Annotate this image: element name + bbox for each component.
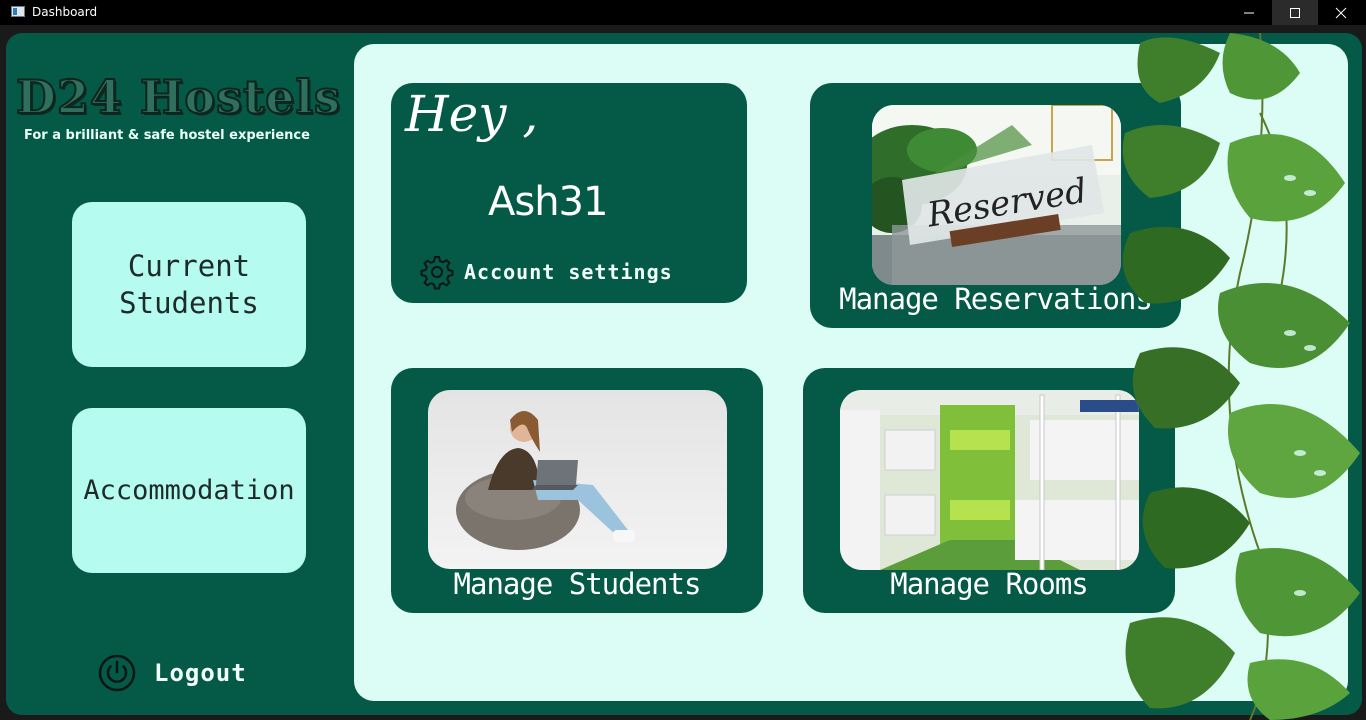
greeting-card: Hey , Ash31 Account settings [391, 83, 747, 303]
brand-name: D24 Hostels [15, 69, 341, 125]
maximize-button[interactable] [1272, 0, 1318, 25]
logout-button[interactable]: Logout [98, 654, 247, 692]
power-icon [98, 654, 136, 692]
title-bar: Dashboard [0, 0, 1366, 25]
logout-label: Logout [154, 659, 247, 687]
bunk-room-image [840, 390, 1139, 570]
window-title: Dashboard [32, 5, 98, 19]
manage-rooms-card[interactable]: Manage Rooms [803, 368, 1175, 613]
minimize-button[interactable] [1226, 0, 1272, 25]
close-icon [1335, 7, 1347, 18]
manage-students-card[interactable]: Manage Students [391, 368, 763, 613]
accommodation-button[interactable]: Accommodation [72, 408, 306, 573]
accommodation-label: Accommodation [83, 475, 295, 506]
current-students-label-line2: Students [119, 285, 259, 320]
greeting-text: Hey , [405, 85, 539, 143]
student-laptop-image [428, 390, 727, 569]
gear-icon [420, 256, 454, 290]
minimize-icon [1244, 12, 1254, 13]
manage-students-label: Manage Students [453, 567, 702, 601]
manage-reservations-label: Manage Reservations [839, 282, 1153, 316]
username: Ash31 [488, 179, 608, 225]
manage-reservations-card[interactable]: Reserved Manage Reservations [810, 83, 1181, 328]
app-icon [11, 6, 25, 17]
account-settings-label: Account settings [464, 260, 673, 284]
brand-logo: D24 Hostels For a brilliant & safe hoste… [15, 69, 346, 150]
reserved-sign-image: Reserved [872, 105, 1121, 285]
current-students-button[interactable]: Current Students [72, 202, 306, 367]
account-settings-button[interactable]: Account settings [419, 254, 673, 290]
manage-rooms-label: Manage Rooms [890, 567, 1089, 601]
current-students-label-line1: Current [127, 248, 251, 283]
brand-tagline: For a brilliant & safe hostel experience [24, 128, 310, 143]
close-button[interactable] [1318, 0, 1364, 25]
maximize-icon [1290, 7, 1300, 18]
